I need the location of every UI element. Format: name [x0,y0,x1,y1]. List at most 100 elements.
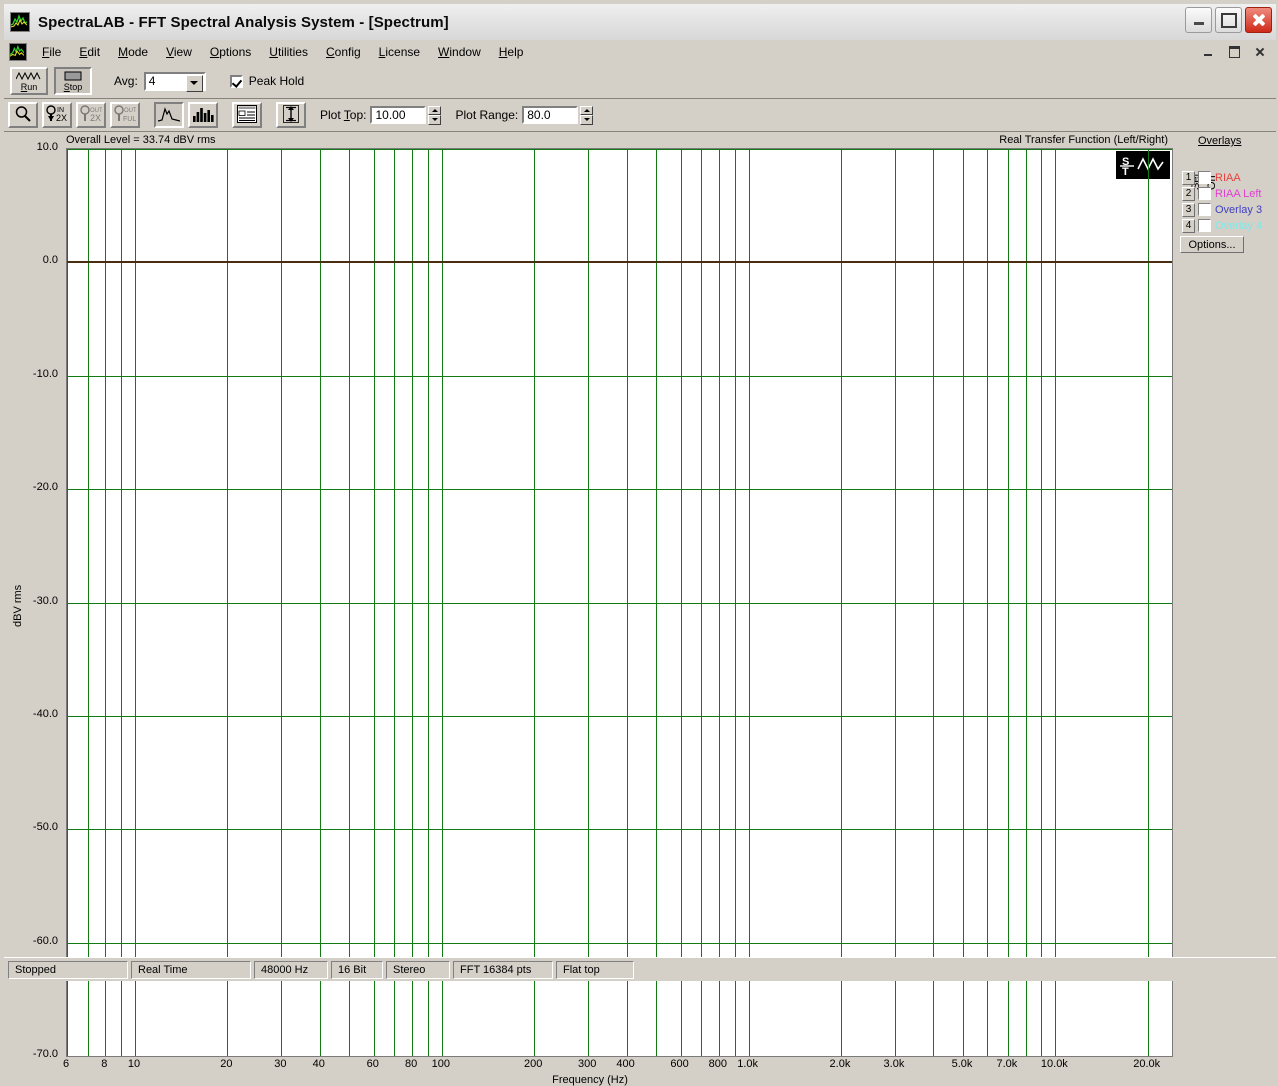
menu-window[interactable]: Window [429,43,490,61]
overlay-label: Overlay 4 [1215,219,1263,232]
overlay-set-button[interactable]: 1 [1182,170,1195,185]
plot-scale-button[interactable] [276,102,306,128]
menu-edit[interactable]: Edit [70,43,109,61]
mdi-close-icon [1255,47,1265,57]
overlay-set-button[interactable]: 4 [1182,218,1195,233]
mdi-document-icon[interactable] [9,43,27,61]
waveform-icon [16,71,42,82]
spectrum-plot-panel: Overall Level = 33.74 dBV rms Real Trans… [4,132,1276,1086]
maximize-button[interactable] [1215,7,1242,33]
menu-utilities[interactable]: Utilities [260,43,317,61]
zoom-out-full-button[interactable]: OUT FULL [110,102,140,128]
plot-top-stepper[interactable] [428,105,442,125]
status-cell: FFT 16384 pts [453,960,553,979]
trace-line [67,261,1172,263]
plot-top-decrement[interactable] [428,115,442,125]
menu-mode[interactable]: Mode [109,43,157,61]
x-axis-tick-label: 7.0k [996,1058,1018,1070]
grid-line-horizontal [67,603,1172,604]
plot-range-label: Plot Range: [455,108,519,122]
overlay-set-button[interactable]: 2 [1182,186,1195,201]
minimize-button[interactable] [1185,7,1212,33]
x-axis-tick-label: 300 [578,1058,597,1070]
stop-button-label: Stop [63,81,83,92]
overlay-on-checkbox[interactable] [1198,219,1211,232]
overlay-set-button[interactable]: 3 [1182,202,1195,217]
overlay-on-checkbox[interactable] [1198,171,1211,184]
mdi-minimize-button[interactable] [1196,42,1220,62]
data-table-button[interactable] [232,102,262,128]
mdi-window-controls [1196,42,1272,62]
status-cell: 48000 Hz [254,960,328,979]
menu-options[interactable]: Options [201,43,260,61]
menu-file[interactable]: File [33,43,70,61]
spectrum-plot-button[interactable] [154,102,184,128]
status-cell: Real Time [131,960,251,979]
zoom-button[interactable] [8,102,38,128]
y-axis-tick-label: -10.0 [32,367,58,380]
y-axis-tick-label: -30.0 [32,594,58,607]
plot-range-stepper[interactable] [580,105,594,125]
overlays-options-button[interactable]: Options... [1180,236,1244,253]
run-button-label: Run [20,81,38,92]
plot-canvas[interactable]: S T [66,148,1173,1057]
peak-hold-checkbox[interactable]: Peak Hold [229,74,305,88]
overall-level-readout: Overall Level = 33.74 dBV rms [66,134,216,146]
x-axis-tick-label: 10.0k [1040,1058,1068,1070]
x-axis-label: Frequency (Hz) [552,1074,628,1086]
zoom-in-2x-icon: IN 2X [46,104,68,126]
plot-range-input[interactable]: 80.0 [522,106,579,124]
st-logo-watermark: S T [1116,151,1170,179]
minimize-icon [1193,22,1204,25]
chevron-down-icon[interactable] [185,74,203,92]
y-axis-tick-label: 0.0 [42,254,58,267]
overlay-on-checkbox[interactable] [1198,187,1211,200]
x-axis-tick-label: 400 [616,1058,635,1070]
plot-range-increment[interactable] [580,105,594,115]
zoom-in-2x-button[interactable]: IN 2X [42,102,72,128]
stop-square-icon [64,71,82,82]
zoom-out-full-icon: OUT FULL [114,104,140,126]
y-axis-ticks: 10.0 0.0 -10.0 -20.0 -30.0 -40.0 -50.0 -60.0 -70… [4,132,62,1060]
title-bar: SpectraLAB - FFT Spectral Analysis Syste… [4,4,1276,41]
mdi-restore-button[interactable] [1222,42,1246,62]
mdi-minimize-icon [1204,54,1212,56]
run-button[interactable]: Run [10,67,48,95]
menu-license[interactable]: License [370,43,429,61]
stop-button[interactable]: Stop [54,67,92,95]
grid-line-horizontal [67,376,1172,377]
overlay-label: RIAA [1215,171,1241,184]
plot-top-label: Plot Top: [320,108,367,122]
x-axis-tick-label: 2.0k [829,1058,851,1070]
zoom-icon [14,105,32,126]
close-button[interactable] [1245,7,1272,33]
menu-view[interactable]: View [157,43,201,61]
plot-range-value: 80.0 [527,108,551,122]
grid-line-horizontal [67,716,1172,717]
bar-graph-button[interactable] [188,102,218,128]
x-axis-tick-label: 60 [366,1058,379,1070]
x-axis-tick-label: 200 [523,1058,543,1070]
x-axis-tick-label: 800 [708,1058,728,1070]
menu-help[interactable]: Help [490,43,533,61]
mdi-close-button[interactable] [1248,42,1272,62]
plot-top-increment[interactable] [428,105,442,115]
plot-top-value: 10.00 [375,108,406,122]
plot-range-decrement[interactable] [580,115,594,125]
status-cell: Flat top [556,960,634,979]
spectralab-icon [10,12,30,32]
peak-hold-label: Peak Hold [248,74,305,88]
menu-config[interactable]: Config [317,43,370,61]
avg-select[interactable]: 4 [143,71,206,92]
svg-text:2X: 2X [56,113,67,123]
svg-text:OUT: OUT [124,108,136,114]
overlay-on-checkbox[interactable] [1198,203,1211,216]
close-icon [1252,13,1266,27]
menu-bar: File Edit Mode View Options Utilities Co… [4,40,1276,65]
x-axis-tick-label: 8 [101,1058,108,1070]
zoom-out-2x-icon: OUT 2X [80,104,103,126]
zoom-out-2x-button[interactable]: OUT 2X [76,102,106,128]
overlays-panel: Overlays Set On 1 RIAA 2 RIAA Left 3 Overlay … [1176,132,1276,262]
plot-top-input[interactable]: 10.00 [370,106,427,124]
x-axis-tick-label: 1.0k [737,1058,758,1070]
